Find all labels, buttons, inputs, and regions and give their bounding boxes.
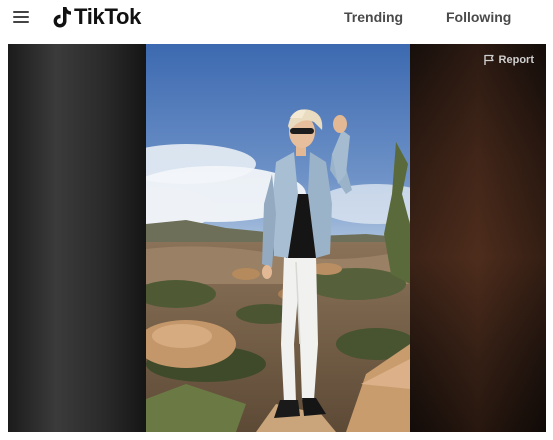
report-button[interactable]: Report <box>483 54 534 66</box>
nav-following-link[interactable]: Following <box>446 9 511 25</box>
tiktok-logo[interactable]: TikTok <box>52 3 141 31</box>
nav-trending-link[interactable]: Trending <box>344 9 403 25</box>
logo-text: TikTok <box>74 4 142 29</box>
blurred-right-panel <box>410 44 546 432</box>
hamburger-menu-icon[interactable] <box>13 11 29 24</box>
video-frame-image <box>96 44 436 432</box>
tiktok-note-icon <box>53 7 71 28</box>
blurred-left-panel <box>8 44 146 432</box>
top-navigation-bar: TikTok Trending Following <box>0 0 553 36</box>
video-player[interactable]: Report <box>8 44 546 432</box>
flag-icon <box>483 54 494 65</box>
report-label: Report <box>498 54 534 66</box>
